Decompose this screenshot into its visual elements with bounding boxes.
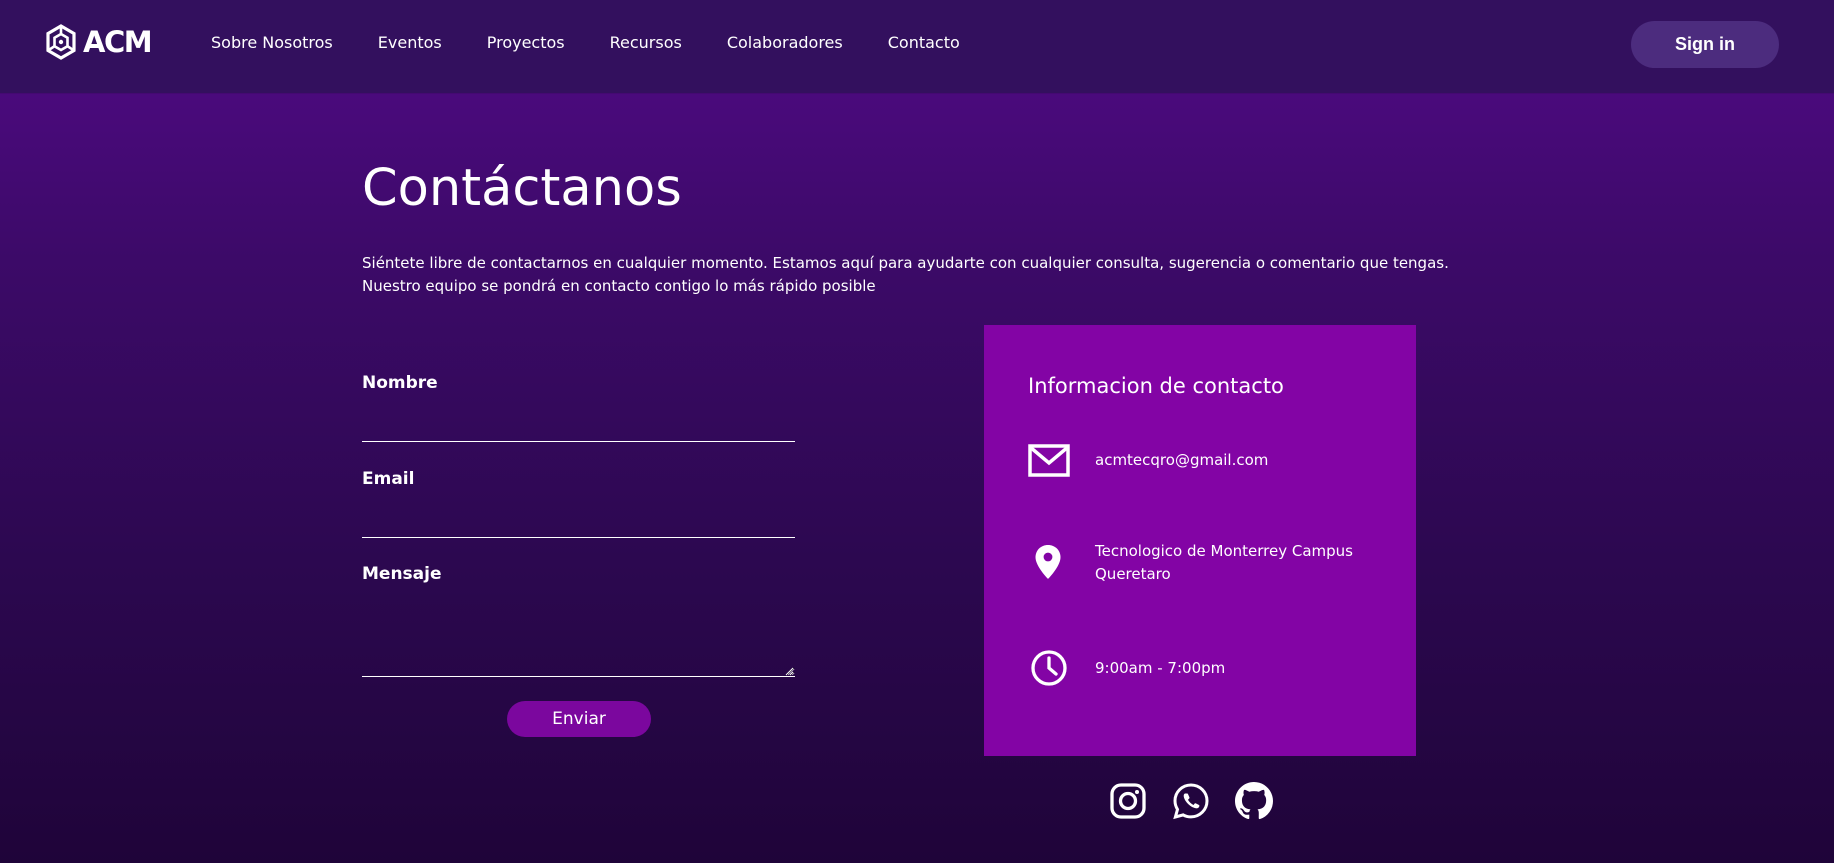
acm-logo-icon (46, 24, 76, 60)
contact-email[interactable]: acmtecqro@gmail.com (1095, 449, 1375, 472)
message-textarea[interactable] (362, 592, 795, 677)
logo-text: ACM (83, 25, 153, 59)
whatsapp-icon[interactable] (1172, 782, 1210, 820)
nav-recursos[interactable]: Recursos (610, 33, 682, 53)
main-nav: Sobre Nosotros Eventos Proyectos Recurso… (211, 33, 1005, 53)
nav-eventos[interactable]: Eventos (378, 33, 442, 53)
resize-grip-icon[interactable] (785, 667, 794, 676)
clock-icon (1031, 650, 1067, 686)
contact-address: Tecnologico de Monterrey Campus Queretar… (1095, 542, 1353, 583)
contact-info-title: Informacion de contacto (1028, 374, 1284, 398)
sign-in-button[interactable]: Sign in (1631, 21, 1779, 68)
contact-info-card: Informacion de contacto acmtecqro@gmail.… (984, 325, 1416, 756)
github-icon[interactable] (1235, 782, 1273, 820)
page-title: Contáctanos (362, 159, 682, 218)
submit-button[interactable]: Enviar (507, 701, 651, 737)
contact-hours: 9:00am - 7:00pm (1095, 659, 1226, 677)
nav-colaboradores[interactable]: Colaboradores (727, 33, 843, 53)
email-label: Email (362, 469, 415, 489)
nav-sobre-nosotros[interactable]: Sobre Nosotros (211, 33, 333, 53)
acm-logo[interactable]: ACM (45, 23, 153, 61)
nav-contacto[interactable]: Contacto (888, 33, 960, 53)
page-description: Siéntete libre de contactarnos en cualqu… (362, 252, 1449, 298)
name-label: Nombre (362, 373, 438, 393)
email-input[interactable] (362, 509, 795, 538)
nav-proyectos[interactable]: Proyectos (487, 33, 565, 53)
name-input[interactable] (362, 413, 795, 442)
instagram-icon[interactable] (1109, 782, 1147, 820)
location-pin-icon (1035, 545, 1061, 579)
description-line-1: Siéntete libre de contactarnos en cualqu… (362, 254, 1449, 272)
mail-icon (1028, 444, 1070, 477)
message-label: Mensaje (362, 564, 442, 584)
top-navbar: ACM Sobre Nosotros Eventos Proyectos Rec… (0, 0, 1834, 93)
description-line-2: Nuestro equipo se pondrá en contacto con… (362, 277, 876, 295)
